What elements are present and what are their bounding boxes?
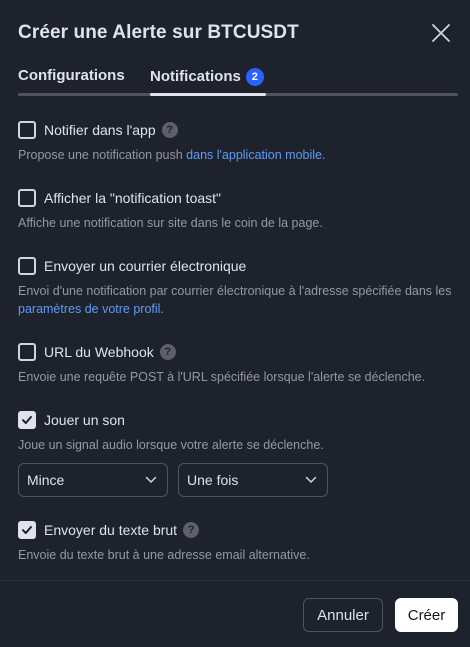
email-checkbox[interactable] — [18, 257, 36, 275]
sound-select-value: Mince — [27, 472, 65, 488]
tab-notifications-label: Notifications — [150, 68, 241, 85]
chevron-down-icon — [145, 476, 157, 483]
help-icon[interactable]: ? — [183, 522, 200, 538]
option-play-sound: Jouer un son Joue un signal audio lorsqu… — [18, 410, 458, 454]
active-tab-indicator — [150, 93, 266, 96]
webhook-checkbox[interactable] — [18, 343, 36, 361]
tab-notifications[interactable]: Notifications 2 — [150, 66, 264, 88]
option-app-notification: Notifier dans l'app ? Propose une notifi… — [18, 120, 458, 164]
notifications-count-badge: 2 — [245, 68, 264, 86]
sound-selects: Mince Une fois — [18, 463, 328, 497]
help-icon[interactable]: ? — [159, 344, 176, 360]
webhook-label: URL du Webhook — [44, 344, 154, 360]
play-sound-description: Joue un signal audio lorsque votre alert… — [18, 438, 324, 452]
webhook-description: Envoie une requête POST à l'URL spécifié… — [18, 370, 426, 384]
option-plain-text: Envoyer du texte brut ? Envoie du texte … — [18, 520, 458, 564]
frequency-select[interactable]: Une fois — [178, 463, 328, 497]
app-notification-description: Propose une notification push dans l'app… — [18, 148, 326, 162]
chevron-down-icon — [305, 476, 317, 483]
toast-notification-description: Affiche une notification sur site dans l… — [18, 216, 323, 230]
email-label: Envoyer un courrier électronique — [44, 258, 247, 274]
dialog-title: Créer une Alerte sur BTCUSDT — [18, 22, 299, 43]
checkmark-icon — [22, 416, 32, 424]
app-notification-label: Notifier dans l'app — [44, 122, 156, 138]
option-toast-notification: Afficher la "notification toast" Affiche… — [18, 188, 458, 232]
dialog-header: Créer une Alerte sur BTCUSDT — [18, 20, 456, 46]
help-icon[interactable]: ? — [161, 122, 178, 138]
create-alert-dialog: Créer une Alerte sur BTCUSDT Configurati… — [0, 0, 470, 647]
create-button[interactable]: Créer — [395, 598, 458, 632]
plain-text-checkbox[interactable] — [18, 521, 36, 539]
option-webhook: URL du Webhook ? Envoie une requête POST… — [18, 342, 458, 386]
close-button[interactable] — [428, 20, 454, 46]
cancel-button[interactable]: Annuler — [303, 598, 383, 632]
play-sound-label: Jouer un son — [44, 412, 125, 428]
toast-notification-checkbox[interactable] — [18, 189, 36, 207]
plain-text-label: Envoyer du texte brut — [44, 522, 178, 538]
profile-settings-link[interactable]: paramètres de votre profil — [18, 302, 160, 316]
footer-divider — [0, 580, 470, 581]
mobile-app-link[interactable]: dans l'application mobile — [186, 148, 322, 162]
email-description: Envoi d'une notification par courrier él… — [18, 284, 452, 316]
sound-select[interactable]: Mince — [18, 463, 168, 497]
play-sound-checkbox[interactable] — [18, 411, 36, 429]
option-email: Envoyer un courrier électronique Envoi d… — [18, 256, 458, 318]
toast-notification-label: Afficher la "notification toast" — [44, 190, 221, 206]
tab-configurations[interactable]: Configurations — [18, 66, 125, 88]
app-notification-checkbox[interactable] — [18, 121, 36, 139]
plain-text-description: Envoie du texte brut à une adresse email… — [18, 548, 310, 562]
frequency-select-value: Une fois — [187, 472, 239, 488]
tab-bar: Configurations Notifications 2 — [18, 66, 458, 96]
checkmark-icon — [22, 526, 32, 534]
close-icon — [432, 24, 450, 42]
